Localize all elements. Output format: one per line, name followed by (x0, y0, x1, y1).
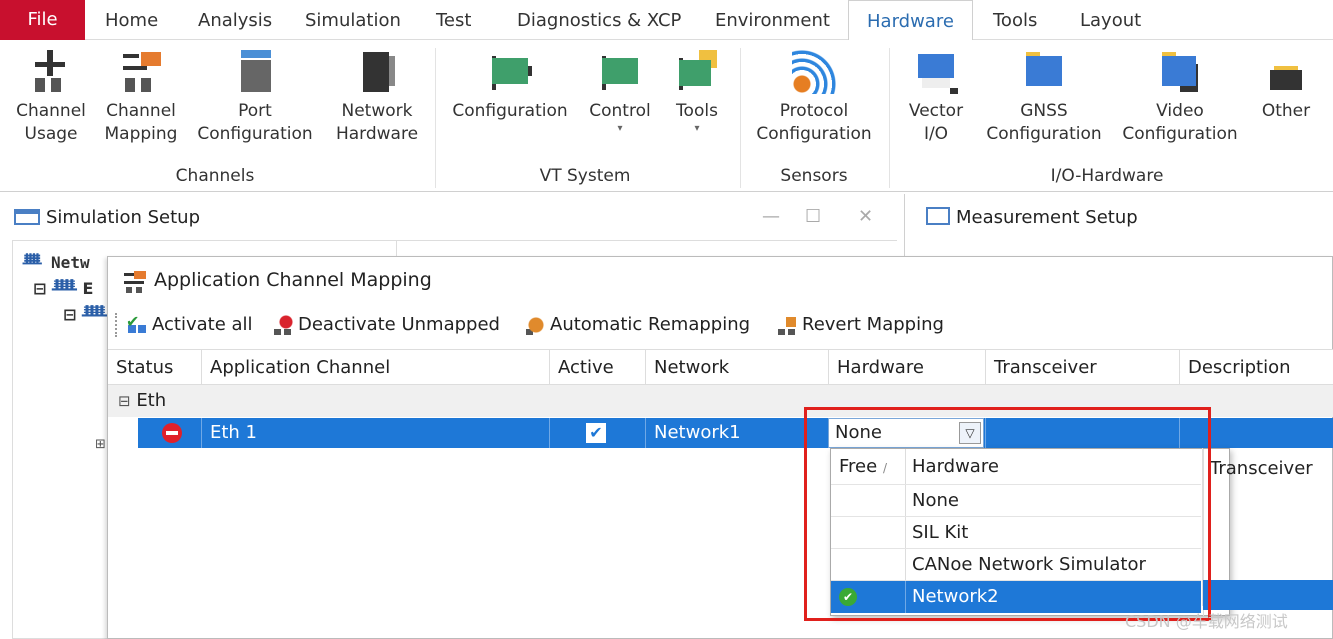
collapse-icon[interactable]: ⊟ (33, 279, 46, 298)
grid-header: Status Application Channel Active Networ… (108, 349, 1333, 386)
ribbon: Channel Usage Channel Mapping Port Confi… (0, 40, 1333, 192)
measurement-setup-icon (926, 207, 950, 225)
deactivate-icon (272, 315, 294, 335)
network-hardware-icon (355, 48, 399, 94)
dropdown-transceiver-header: Transceiver (1210, 458, 1313, 479)
protocol-configuration-button[interactable]: Protocol Configuration (752, 48, 876, 146)
revert-mapping-button[interactable]: Revert Mapping (776, 311, 944, 339)
active-cell: ✔ (550, 418, 646, 448)
active-checkbox[interactable]: ✔ (586, 423, 606, 443)
sensor-signal-icon (792, 48, 836, 94)
close-icon[interactable]: ✕ (858, 206, 873, 227)
activate-all-icon: ✔ (126, 314, 148, 335)
vt-tools-icon (675, 48, 719, 94)
measurement-setup-title: Measurement Setup (926, 196, 1138, 240)
port-configuration-icon (233, 48, 277, 94)
gnss-satellite-icon (1022, 48, 1066, 94)
status-cell (138, 418, 202, 448)
menu-home[interactable]: Home (105, 0, 158, 40)
selected-row-extension (1203, 580, 1333, 610)
col-network[interactable]: Network (646, 350, 829, 386)
network-icon: ᚙ (23, 253, 42, 272)
chevron-down-icon: ▾ (617, 123, 623, 134)
network-hardware-button[interactable]: Network Hardware (330, 48, 424, 146)
chevron-down-icon: ▾ (694, 123, 700, 134)
menu-bar: File Home Analysis Simulation Test Diagn… (0, 0, 1333, 41)
col-transceiver[interactable]: Transceiver (986, 350, 1180, 386)
network-cell[interactable]: Network1 (646, 418, 829, 448)
menu-analysis[interactable]: Analysis (198, 0, 272, 40)
remap-gear-icon (524, 315, 546, 335)
menu-environment[interactable]: Environment (715, 0, 830, 40)
toolbar-grip (115, 313, 118, 337)
collapse-icon[interactable]: ⊟ (118, 392, 131, 410)
simulation-setup-title: Simulation Setup (14, 196, 200, 240)
menu-hardware[interactable]: Hardware (848, 0, 973, 41)
other-button[interactable]: Other (1254, 48, 1318, 123)
automatic-remapping-button[interactable]: Automatic Remapping (524, 311, 750, 339)
minimize-icon[interactable]: — (762, 206, 780, 227)
vt-configuration-icon (488, 48, 532, 94)
channel-mapping-icon (122, 269, 148, 293)
group-io-hardware-label: I/O-Hardware (1050, 166, 1164, 186)
group-separator (435, 48, 436, 188)
menu-layout[interactable]: Layout (1080, 0, 1141, 40)
vector-io-button[interactable]: Vector I/O (900, 48, 972, 146)
menu-file[interactable]: File (0, 0, 85, 40)
dialog-toolbar: ✔ Activate all Deactivate Unmapped Autom… (108, 305, 1333, 347)
group-sensors-label: Sensors (780, 166, 848, 186)
watermark: CSDN @车载网络测试 (1125, 612, 1288, 631)
expand-icon[interactable]: ⊞ (95, 437, 106, 452)
vt-configuration-button[interactable]: Configuration (448, 48, 572, 123)
group-separator (740, 48, 741, 188)
vt-tools-button[interactable]: Tools ▾ (668, 48, 726, 135)
network-icon: ᚙ (51, 279, 77, 298)
simulation-setup-icon (14, 209, 40, 225)
menu-diagnostics[interactable]: Diagnostics & XCP (517, 0, 681, 40)
channel-mapping-button[interactable]: Channel Mapping (100, 48, 182, 146)
channel-usage-button[interactable]: Channel Usage (12, 48, 90, 146)
error-status-icon (162, 423, 182, 443)
tree-subchild[interactable]: ⊟ ᚙ (63, 305, 107, 324)
tree-child[interactable]: ⊟ ᚙ E (33, 279, 93, 298)
other-hardware-icon (1264, 48, 1308, 94)
group-separator (889, 48, 890, 188)
deactivate-unmapped-button[interactable]: Deactivate Unmapped (272, 311, 500, 339)
video-film-icon (1158, 48, 1202, 94)
col-status[interactable]: Status (108, 350, 202, 386)
dialog-title: Application Channel Mapping (154, 269, 432, 291)
menu-simulation[interactable]: Simulation (305, 0, 401, 40)
activate-all-button[interactable]: ✔ Activate all (126, 311, 253, 339)
menu-tools[interactable]: Tools (993, 0, 1037, 40)
tree-root[interactable]: ᚙ Netw (23, 253, 90, 272)
gnss-configuration-button[interactable]: GNSS Configuration (982, 48, 1106, 146)
highlight-box (804, 407, 1211, 621)
vt-control-icon (598, 48, 642, 94)
application-channel-cell[interactable]: Eth 1 (202, 418, 550, 448)
collapse-icon[interactable]: ⊟ (63, 305, 76, 324)
port-configuration-button[interactable]: Port Configuration (194, 48, 316, 146)
vt-control-button[interactable]: Control ▾ (585, 48, 655, 135)
col-hardware[interactable]: Hardware (829, 350, 986, 386)
network-icon: ᚙ (81, 305, 107, 324)
revert-icon (776, 315, 798, 335)
channel-mapping-icon (119, 48, 163, 94)
menu-test[interactable]: Test (436, 0, 471, 40)
channel-usage-icon (29, 48, 73, 94)
col-description[interactable]: Description (1180, 350, 1333, 386)
video-configuration-button[interactable]: Video Configuration (1118, 48, 1242, 146)
col-active[interactable]: Active (550, 350, 646, 386)
group-vt-system-label: VT System (539, 166, 631, 186)
col-application-channel[interactable]: Application Channel (202, 350, 550, 386)
group-channels-label: Channels (175, 166, 255, 186)
maximize-icon[interactable]: ☐ (805, 206, 821, 227)
vector-io-icon (914, 48, 958, 94)
